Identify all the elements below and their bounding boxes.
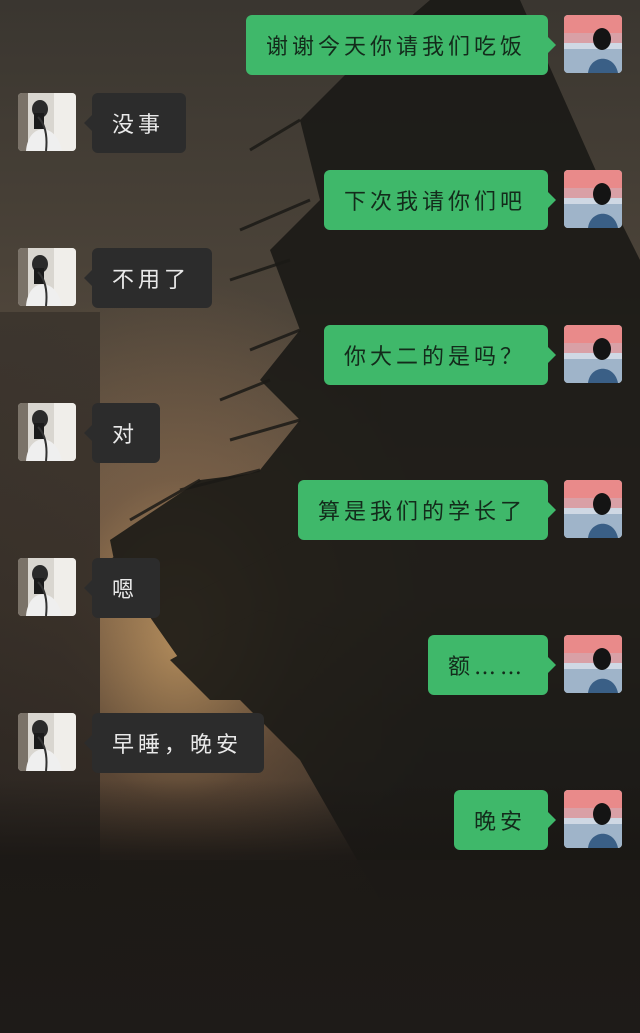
message-sent[interactable]: 谢谢今天你请我们吃饭 [245, 15, 557, 75]
message-received[interactable]: 不用了 [83, 248, 213, 308]
my-avatar[interactable] [564, 170, 622, 228]
contact-avatar[interactable] [18, 713, 76, 771]
message-received[interactable]: 没事 [83, 93, 187, 153]
mirror-selfie-avatar-icon [18, 93, 76, 151]
message-sent[interactable]: 额…… [427, 635, 557, 695]
my-avatar[interactable] [564, 15, 622, 73]
message-received[interactable]: 早睡，晚安 [83, 713, 265, 773]
mirror-selfie-avatar-icon [18, 713, 76, 771]
message-sent[interactable]: 晚安 [453, 790, 557, 850]
girl-at-sunset-avatar-icon [564, 170, 622, 228]
mirror-selfie-avatar-icon [18, 248, 76, 306]
message-sent[interactable]: 你大二的是吗？ [323, 325, 557, 385]
girl-at-sunset-avatar-icon [564, 325, 622, 383]
my-avatar[interactable] [564, 480, 622, 538]
girl-at-sunset-avatar-icon [564, 15, 622, 73]
girl-at-sunset-avatar-icon [564, 480, 622, 538]
my-avatar[interactable] [564, 790, 622, 848]
my-avatar[interactable] [564, 635, 622, 693]
girl-at-sunset-avatar-icon [564, 635, 622, 693]
message-sent[interactable]: 算是我们的学长了 [297, 480, 557, 540]
contact-avatar[interactable] [18, 248, 76, 306]
contact-avatar[interactable] [18, 558, 76, 616]
message-received[interactable]: 嗯 [83, 558, 161, 618]
contact-avatar[interactable] [18, 403, 76, 461]
girl-at-sunset-avatar-icon [564, 790, 622, 848]
contact-avatar[interactable] [18, 93, 76, 151]
mirror-selfie-avatar-icon [18, 558, 76, 616]
mirror-selfie-avatar-icon [18, 403, 76, 461]
my-avatar[interactable] [564, 325, 622, 383]
message-sent[interactable]: 下次我请你们吧 [323, 170, 557, 230]
message-received[interactable]: 对 [83, 403, 161, 463]
